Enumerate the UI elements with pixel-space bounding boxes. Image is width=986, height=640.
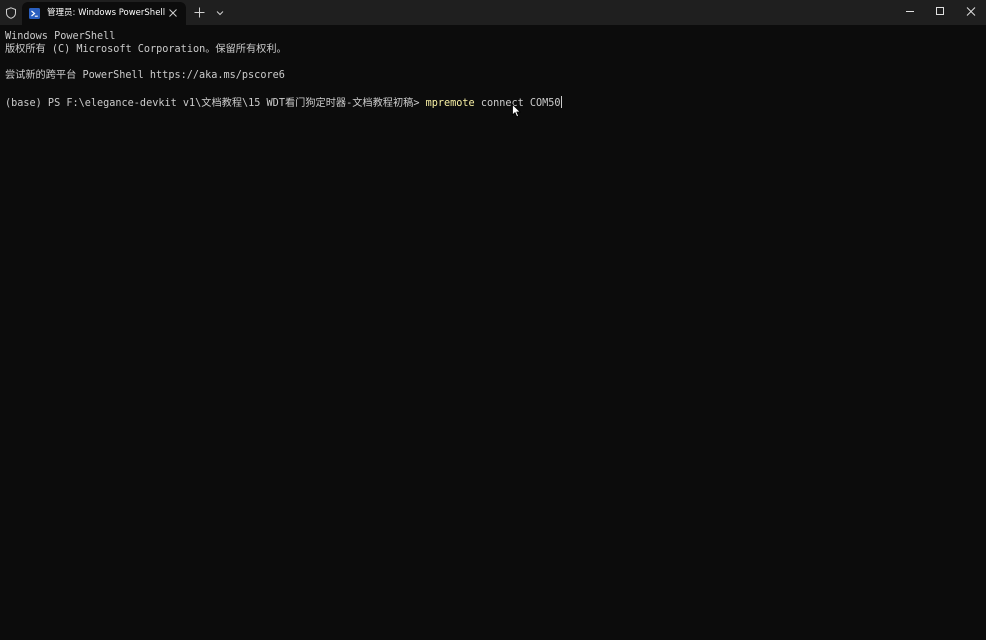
minimize-button[interactable]	[895, 0, 925, 25]
tab-title: 管理员: Windows PowerShell	[47, 8, 166, 18]
admin-shield-icon	[0, 0, 22, 25]
text-cursor	[560, 96, 562, 108]
powershell-icon	[29, 8, 40, 19]
new-tab-plus-icon[interactable]	[192, 5, 207, 20]
terminal-line: 版权所有 (C) Microsoft Corporation。保留所有权利。	[5, 44, 287, 55]
close-icon	[966, 7, 976, 16]
minimize-icon	[906, 11, 914, 12]
close-tab-icon[interactable]	[166, 6, 180, 20]
mouse-pointer-icon	[512, 104, 522, 118]
tab-powershell[interactable]: 管理员: Windows PowerShell	[22, 2, 186, 25]
title-bar: 管理员: Windows PowerShell	[0, 0, 986, 25]
prompt-text: (base) PS F:\elegance-devkit v1\文档教程\15 …	[5, 98, 426, 109]
terminal-line: Windows PowerShell	[5, 31, 116, 42]
maximize-button[interactable]	[925, 0, 955, 25]
chevron-down-icon[interactable]	[213, 6, 227, 20]
terminal-line: 尝试新的跨平台 PowerShell https://aka.ms/pscore…	[5, 70, 285, 81]
terminal-output[interactable]: Windows PowerShell 版权所有 (C) Microsoft Co…	[0, 25, 986, 640]
maximize-icon	[936, 7, 944, 15]
prompt-line: (base) PS F:\elegance-devkit v1\文档教程\15 …	[5, 96, 562, 110]
close-window-button[interactable]	[956, 0, 986, 25]
command-name: mpremote	[425, 98, 475, 109]
